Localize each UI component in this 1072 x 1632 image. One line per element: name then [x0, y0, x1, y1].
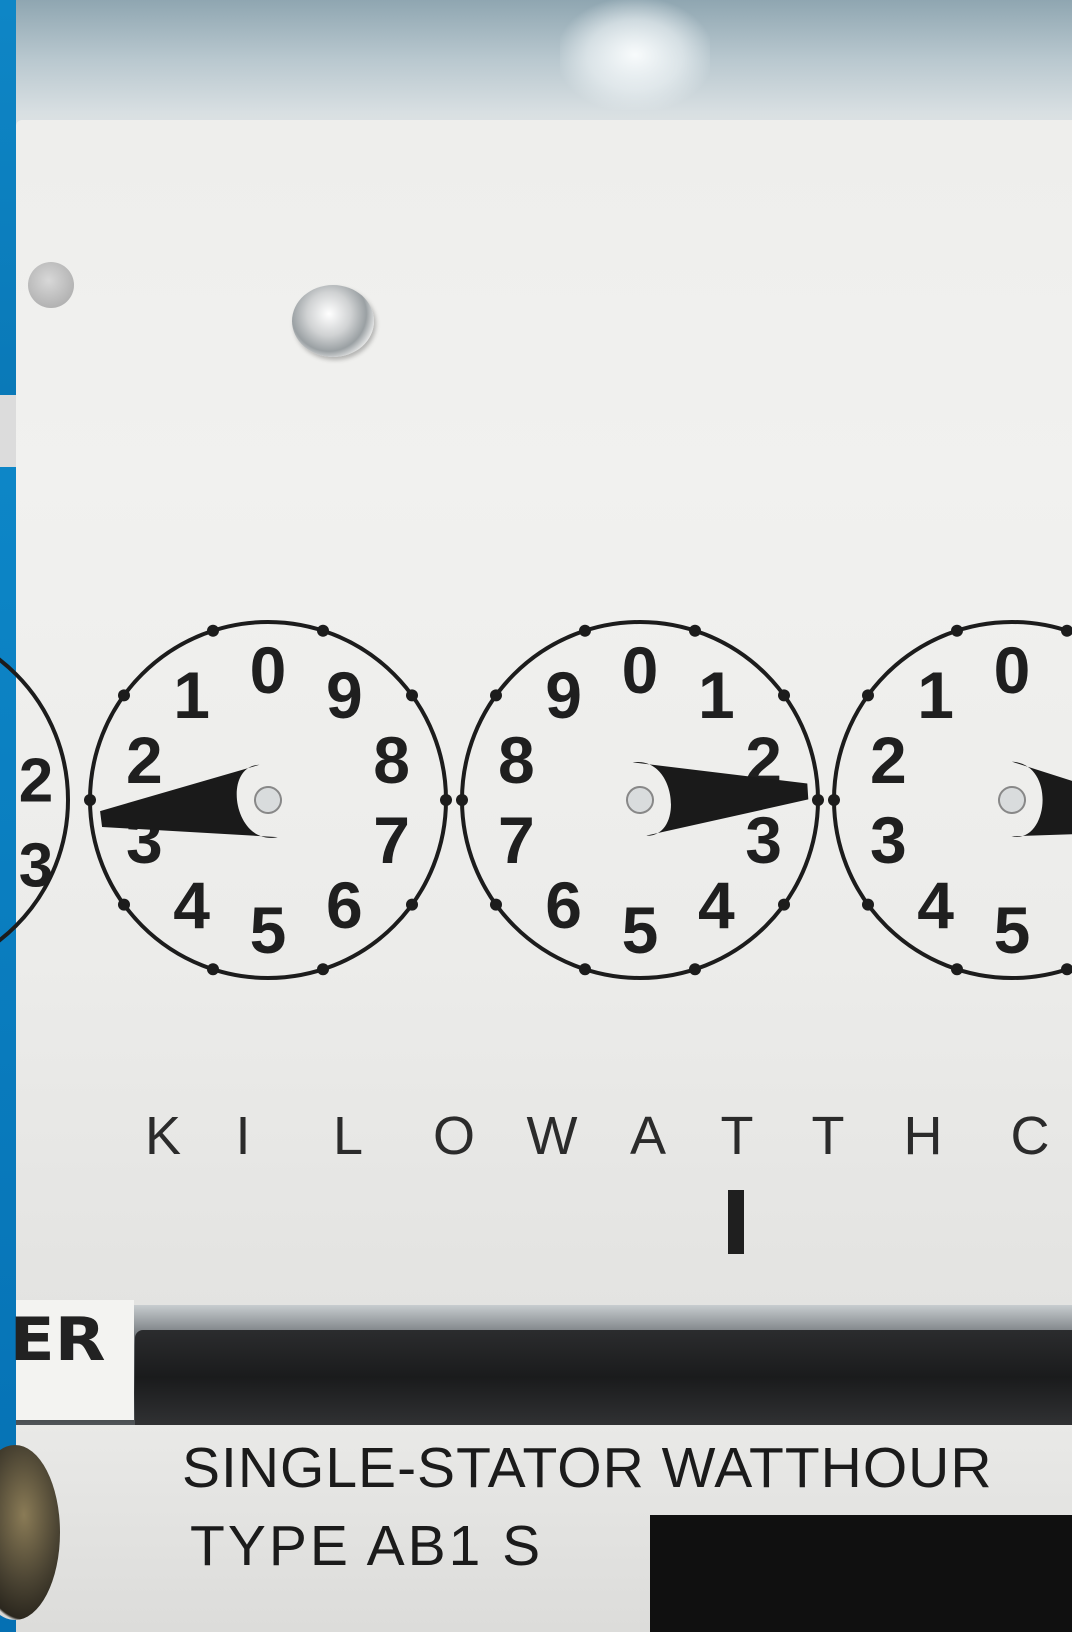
dial-number: 0: [994, 633, 1031, 707]
unit-letter: W: [526, 1106, 578, 1166]
center-index-mark: [728, 1190, 744, 1254]
nameplate-title: SINGLE-STATOR WATTHOUR: [182, 1436, 993, 1500]
dial-number: 1: [173, 658, 210, 732]
dial-tick: [1061, 624, 1072, 637]
dial-number: 5: [994, 893, 1031, 967]
unit-letter: K: [144, 1106, 182, 1166]
unit-letter: T: [811, 1106, 845, 1166]
dial-tick: [406, 898, 419, 911]
dial-number: 3: [745, 803, 782, 877]
unit-letter: I: [235, 1106, 251, 1166]
pointer-hub: [254, 786, 282, 814]
unit-letter: C: [1010, 1106, 1050, 1166]
dial-tick: [578, 963, 591, 976]
dial-tick: [440, 794, 452, 806]
dial-tick: [778, 898, 791, 911]
dial-number: 7: [373, 803, 410, 877]
dial-tick: [206, 624, 219, 637]
dial-tick: [861, 689, 874, 702]
dial-tick: [489, 689, 502, 702]
dial-number: 9: [326, 658, 363, 732]
unit-letter: O: [432, 1106, 475, 1166]
dial-pointer: [626, 762, 809, 836]
dial-number: 7: [498, 803, 535, 877]
unit-letter: T: [720, 1106, 754, 1166]
dial-number: 1: [917, 658, 954, 732]
dial-tick: [812, 794, 824, 806]
dial-tick: [406, 689, 419, 702]
dial-tick: [1061, 963, 1072, 976]
dial-number: 9: [545, 658, 582, 732]
dial-tick: [828, 794, 840, 806]
dial-number: 6: [326, 868, 363, 942]
pointer-hub: [998, 786, 1026, 814]
dial-tick: [456, 794, 468, 806]
pointer-hub: [626, 786, 654, 814]
unit-letter: L: [332, 1106, 364, 1166]
dial-tick: [117, 898, 130, 911]
dial-number: 5: [250, 893, 287, 967]
pointer-hand: [632, 762, 809, 836]
dial-number: 8: [498, 723, 535, 797]
dial-number: 4: [173, 868, 210, 942]
dial-number: 3: [19, 831, 53, 900]
dial-tick: [317, 624, 330, 637]
dial-tick: [489, 898, 502, 911]
dial-tick: [578, 624, 591, 637]
dial-tick: [861, 898, 874, 911]
dial-number: 6: [545, 868, 582, 942]
dial-number: 2: [870, 723, 907, 797]
dial-tick: [206, 963, 219, 976]
dial-number: 2: [126, 723, 163, 797]
dial-number: 1: [698, 658, 735, 732]
unit-letter: H: [903, 1106, 943, 1166]
dial-tick: [117, 689, 130, 702]
dial-number: 3: [870, 803, 907, 877]
dial-number: 5: [622, 893, 659, 967]
dial-tick: [84, 794, 96, 806]
dial-pointer: [998, 761, 1072, 837]
meter-base-band: [135, 1330, 1072, 1425]
unit-letter: A: [629, 1106, 667, 1166]
brand-fragment: ER: [9, 1305, 106, 1375]
meter-photo: 23098765432101234567890987654321 KILOWAT…: [0, 0, 1072, 1632]
pointer-hand: [100, 764, 278, 838]
dial-number: 8: [373, 723, 410, 797]
dial-tick: [317, 963, 330, 976]
dial-number: 4: [698, 868, 735, 942]
dial-tick: [778, 689, 791, 702]
dial-number: 4: [917, 868, 954, 942]
dial-number: 2: [19, 746, 53, 815]
serial-block: [650, 1515, 1072, 1632]
dial-tick: [689, 963, 702, 976]
nameplate-type: TYPE AB1 S: [190, 1514, 544, 1578]
dial-number: 0: [250, 633, 287, 707]
dial-tick: [689, 624, 702, 637]
dial-number: 0: [622, 633, 659, 707]
dial-tick: [950, 624, 963, 637]
dial-tick: [950, 963, 963, 976]
